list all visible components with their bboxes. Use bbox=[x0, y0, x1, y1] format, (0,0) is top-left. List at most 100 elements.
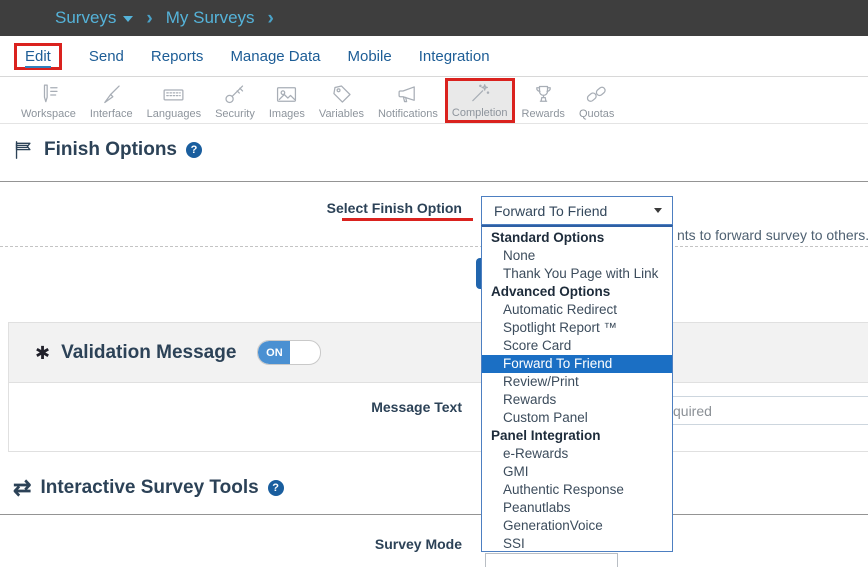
dropdown-group-advanced-options: Advanced Options bbox=[482, 283, 672, 301]
help-icon[interactable]: ? bbox=[268, 480, 284, 496]
chain-links-icon bbox=[584, 82, 609, 107]
toolbar-item-label: Variables bbox=[319, 108, 364, 120]
dropdown-option-rewards[interactable]: Rewards bbox=[482, 391, 672, 409]
section-divider bbox=[0, 181, 868, 182]
message-text-value-fragment: quired bbox=[673, 403, 712, 419]
horizontal-arrows-icon: ⇄ bbox=[13, 477, 31, 499]
toolbar-item-quotas[interactable]: Quotas bbox=[572, 80, 621, 123]
toolbar-item-label: Quotas bbox=[579, 108, 614, 120]
toolbar: Workspace Interface Languages Security Image… bbox=[0, 78, 868, 124]
toolbar-item-label: Images bbox=[269, 108, 305, 120]
selected-finish-option: Forward To Friend bbox=[494, 203, 654, 219]
validation-toggle[interactable]: ON bbox=[257, 340, 321, 365]
dropdown-option-gmi[interactable]: GMI bbox=[482, 463, 672, 481]
menu-item-manage-data[interactable]: Manage Data bbox=[230, 48, 320, 65]
menu-item-label: Send bbox=[89, 48, 124, 65]
menu-item-mobile[interactable]: Mobile bbox=[348, 48, 392, 65]
help-icon[interactable]: ? bbox=[186, 142, 202, 158]
toolbar-item-label: Languages bbox=[147, 108, 201, 120]
trophy-icon bbox=[531, 82, 556, 107]
asterisk-icon: ✱ bbox=[35, 344, 50, 362]
breadcrumb-surveys[interactable]: Surveys bbox=[55, 8, 133, 28]
keyboard-icon bbox=[161, 82, 186, 107]
interactive-survey-tools-heading: ⇄ Interactive Survey Tools ? bbox=[13, 477, 284, 499]
validation-card-header: ✱ Validation Message ON bbox=[9, 323, 868, 383]
dropdown-group-panel-integration: Panel Integration bbox=[482, 427, 672, 445]
dropdown-option-review-print[interactable]: Review/Print bbox=[482, 373, 672, 391]
finish-option-select[interactable]: Forward To Friend bbox=[481, 196, 673, 225]
dropdown-option-spotlight-report[interactable]: Spotlight Report ™ bbox=[482, 319, 672, 337]
dropdown-option-peanutlabs[interactable]: Peanutlabs bbox=[482, 499, 672, 517]
breadcrumb-my-surveys[interactable]: My Surveys bbox=[166, 8, 255, 28]
flag-icon bbox=[13, 139, 35, 161]
key-icon bbox=[222, 82, 247, 107]
dropdown-option-authentic-response[interactable]: Authentic Response bbox=[482, 481, 672, 499]
breadcrumb-surveys-label: Surveys bbox=[55, 8, 116, 28]
menu-item-label: Edit bbox=[25, 48, 51, 68]
menu-item-send[interactable]: Send bbox=[89, 48, 124, 65]
toolbar-item-label: Security bbox=[215, 108, 255, 120]
helper-text-fragment: nts to forward survey to others. bbox=[677, 227, 868, 243]
toolbar-item-notifications[interactable]: Notifications bbox=[371, 80, 445, 123]
section-divider bbox=[0, 514, 868, 515]
select-finish-option-label: Select Finish Option bbox=[300, 200, 462, 216]
toolbar-item-label: Workspace bbox=[21, 108, 76, 120]
toolbar-item-label: Rewards bbox=[522, 108, 565, 120]
menu-bar: Edit Send Reports Manage Data Mobile Integrat… bbox=[0, 36, 868, 77]
interactive-survey-tools-title: Interactive Survey Tools bbox=[40, 477, 258, 499]
message-text-label: Message Text bbox=[300, 399, 462, 415]
toggle-on-label: ON bbox=[258, 341, 290, 364]
menu-item-reports[interactable]: Reports bbox=[151, 48, 204, 65]
dropdown-option-thank-you-page-with-link[interactable]: Thank You Page with Link bbox=[482, 265, 672, 283]
toolbar-item-security[interactable]: Security bbox=[208, 80, 262, 123]
page-title: Finish Options bbox=[44, 139, 177, 161]
toolbar-item-images[interactable]: Images bbox=[262, 80, 312, 123]
menu-item-edit[interactable]: Edit bbox=[14, 43, 62, 70]
breadcrumb-separator-icon: › bbox=[146, 9, 152, 28]
dropdown-option-none[interactable]: None bbox=[482, 247, 672, 265]
toolbar-item-workspace[interactable]: Workspace bbox=[14, 80, 83, 123]
dropdown-option-ssi[interactable]: SSI bbox=[482, 535, 672, 552]
survey-mode-label: Survey Mode bbox=[300, 536, 462, 552]
breadcrumb-my-surveys-label: My Surveys bbox=[166, 8, 255, 28]
brush-icon bbox=[99, 82, 124, 107]
dashed-divider bbox=[0, 246, 868, 247]
menu-item-label: Mobile bbox=[348, 48, 392, 65]
menu-item-label: Manage Data bbox=[230, 48, 320, 65]
toolbar-item-completion[interactable]: Completion bbox=[445, 78, 515, 123]
toolbar-item-variables[interactable]: Variables bbox=[312, 80, 371, 123]
dropdown-option-e-rewards[interactable]: e-Rewards bbox=[482, 445, 672, 463]
toolbar-item-label: Notifications bbox=[378, 108, 438, 120]
validation-message-card: ✱ Validation Message ON bbox=[8, 322, 868, 452]
dropdown-group-standard-options: Standard Options bbox=[482, 229, 672, 247]
chevron-down-icon bbox=[654, 208, 662, 213]
toolbar-item-rewards[interactable]: Rewards bbox=[515, 80, 572, 123]
dropdown-option-score-card[interactable]: Score Card bbox=[482, 337, 672, 355]
validation-message-title: Validation Message bbox=[61, 342, 236, 364]
top-breadcrumb-bar: Surveys › My Surveys › bbox=[0, 0, 868, 36]
finish-option-helper-text: nts to forward survey to others. ? bbox=[677, 227, 868, 243]
toolbar-item-interface[interactable]: Interface bbox=[83, 80, 140, 123]
survey-completion-page: Surveys › My Surveys › Edit Send Reports Ma… bbox=[0, 0, 868, 567]
pencil-list-icon bbox=[36, 82, 61, 107]
menu-item-label: Integration bbox=[419, 48, 490, 65]
dropdown-option-automatic-redirect[interactable]: Automatic Redirect bbox=[482, 301, 672, 319]
tag-icon bbox=[329, 82, 354, 107]
megaphone-icon bbox=[395, 82, 420, 107]
toolbar-item-label: Interface bbox=[90, 108, 133, 120]
survey-mode-select[interactable] bbox=[485, 553, 618, 567]
finish-option-dropdown-list: Standard OptionsNoneThank You Page with … bbox=[481, 225, 673, 552]
toolbar-item-label: Completion bbox=[452, 107, 508, 119]
chevron-down-icon bbox=[123, 16, 133, 22]
dropdown-option-custom-panel[interactable]: Custom Panel bbox=[482, 409, 672, 427]
picture-icon bbox=[274, 82, 299, 107]
finish-options-heading: Finish Options ? bbox=[13, 139, 202, 161]
menu-item-integration[interactable]: Integration bbox=[419, 48, 490, 65]
dropdown-option-forward-to-friend[interactable]: Forward To Friend bbox=[482, 355, 672, 373]
breadcrumb-separator-icon: › bbox=[268, 9, 274, 28]
dropdown-option-generationvoice[interactable]: GenerationVoice bbox=[482, 517, 672, 535]
toolbar-item-languages[interactable]: Languages bbox=[140, 80, 208, 123]
annotation-underline bbox=[342, 218, 473, 221]
menu-item-label: Reports bbox=[151, 48, 204, 65]
magic-wand-icon bbox=[467, 81, 492, 106]
